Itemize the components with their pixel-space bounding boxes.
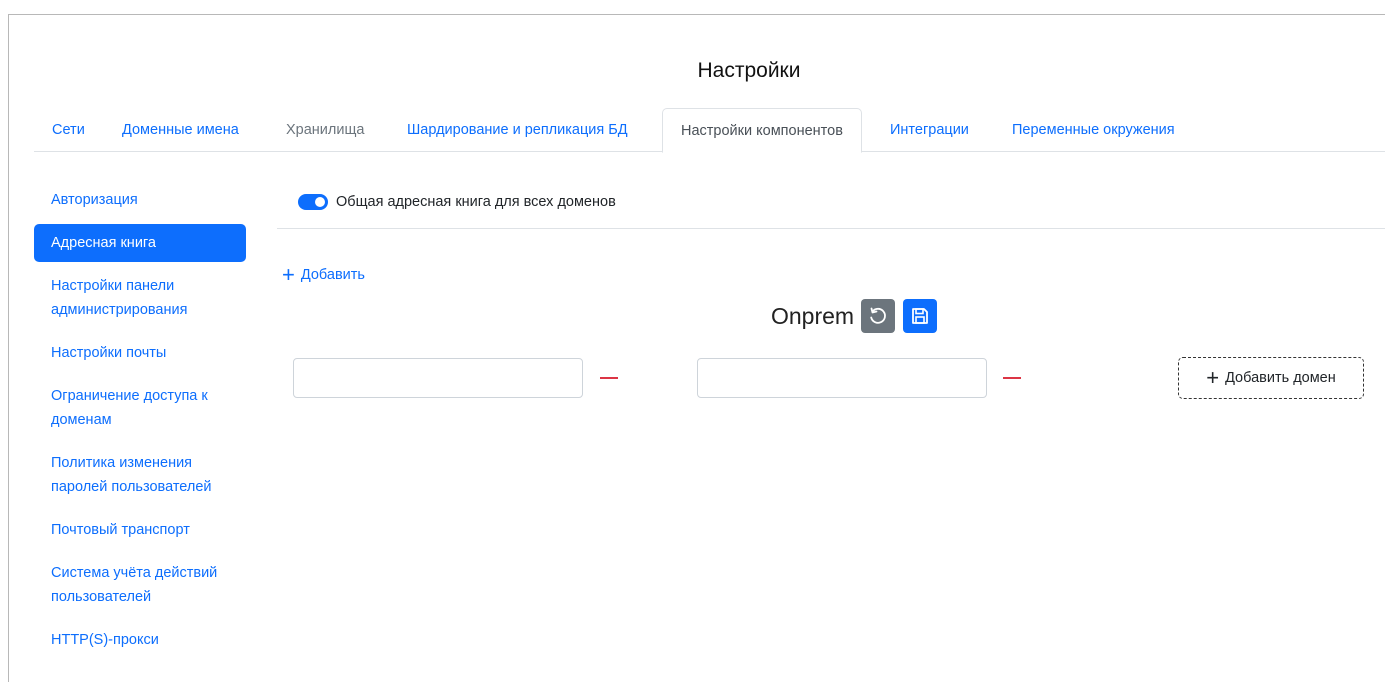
plus-icon: + bbox=[1206, 365, 1220, 390]
section-title: Onprem bbox=[771, 302, 855, 329]
sidebar-item-http-proxy[interactable]: HTTP(S)-прокси bbox=[34, 621, 246, 659]
tab-storages[interactable]: Хранилища bbox=[268, 108, 382, 152]
sidebar-item-password-policy[interactable]: Политика изменения паролей пользователей bbox=[34, 444, 246, 506]
sidebar-item-domain-access-restriction[interactable]: Ограничение доступа к доменам bbox=[34, 377, 246, 439]
sidebar-item-admin-panel-settings[interactable]: Настройки панели администрирования bbox=[34, 267, 246, 329]
add-domain-label: Добавить домен bbox=[1225, 370, 1336, 386]
domain-input-2[interactable] bbox=[697, 358, 987, 398]
tab-component-settings[interactable]: Настройки компонентов bbox=[662, 108, 862, 153]
content-divider bbox=[277, 228, 1385, 229]
settings-panel: Настройки Сети Доменные имена Хранилища … bbox=[8, 14, 1385, 682]
sidebar-item-address-book[interactable]: Адресная книга bbox=[34, 224, 246, 262]
sidebar: Авторизация Адресная книга Настройки пан… bbox=[34, 181, 246, 664]
sidebar-item-user-audit[interactable]: Система учёта действий пользователей bbox=[34, 554, 246, 616]
sidebar-item-authorization[interactable]: Авторизация bbox=[34, 181, 246, 219]
page-title: Настройки bbox=[697, 59, 801, 82]
add-button-label: Добавить bbox=[300, 267, 365, 283]
undo-icon bbox=[870, 307, 886, 324]
save-icon bbox=[912, 308, 928, 324]
add-button[interactable]: + Добавить bbox=[282, 263, 365, 287]
add-domain-button[interactable]: + Добавить домен bbox=[1178, 357, 1364, 399]
reset-button[interactable] bbox=[861, 299, 896, 333]
tab-bar: Сети Доменные имена Хранилища Шардирован… bbox=[34, 108, 1385, 153]
sidebar-item-mail-settings[interactable]: Настройки почты bbox=[34, 334, 246, 372]
tab-sharding-replication[interactable]: Шардирование и репликация БД bbox=[389, 108, 646, 152]
tab-networks[interactable]: Сети bbox=[34, 108, 103, 152]
shared-address-book-toggle-row: Общая адресная книга для всех доменов bbox=[298, 191, 616, 213]
tab-domain-names[interactable]: Доменные имена bbox=[104, 108, 257, 152]
tab-environment-variables[interactable]: Переменные окружения bbox=[994, 108, 1193, 152]
shared-address-book-label: Общая адресная книга для всех доменов bbox=[336, 194, 616, 210]
domain-input-1[interactable] bbox=[293, 358, 583, 398]
remove-domain-1-icon[interactable] bbox=[600, 377, 618, 379]
remove-domain-2-icon[interactable] bbox=[1003, 377, 1021, 379]
save-button[interactable] bbox=[903, 299, 938, 333]
shared-address-book-switch[interactable] bbox=[298, 194, 328, 210]
sidebar-item-mail-transport[interactable]: Почтовый транспорт bbox=[34, 511, 246, 549]
plus-icon: + bbox=[282, 262, 295, 287]
tab-integrations[interactable]: Интеграции bbox=[872, 108, 987, 152]
section-header: Onprem bbox=[771, 299, 945, 333]
